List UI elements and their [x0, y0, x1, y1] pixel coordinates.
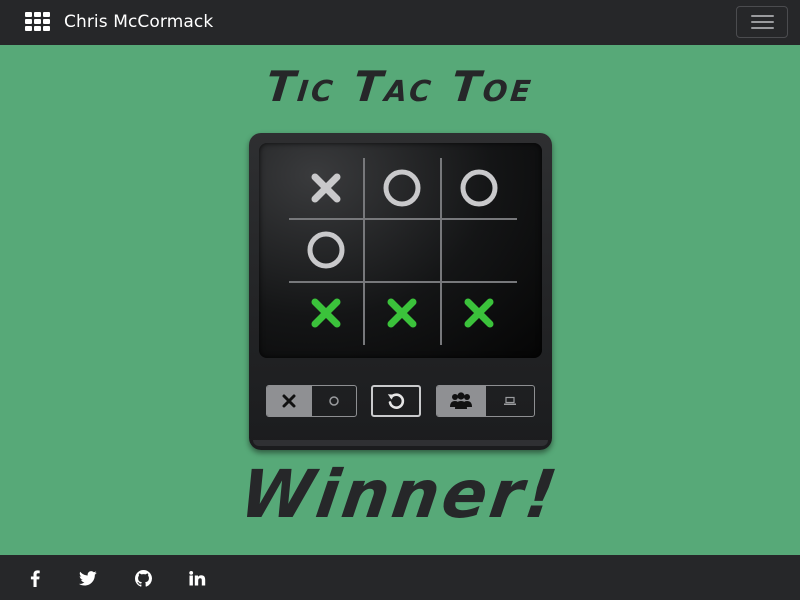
o-mark-icon	[307, 231, 345, 269]
navbar: Chris McCormack	[0, 0, 800, 45]
x-mark-icon	[464, 298, 494, 328]
board-cell[interactable]	[289, 220, 363, 280]
board-cell[interactable]	[365, 158, 439, 218]
board-cell[interactable]	[442, 158, 516, 218]
player-x-option[interactable]	[267, 386, 312, 416]
o-mark-icon	[383, 169, 421, 207]
x-mark-icon	[311, 298, 341, 328]
mode-toggle	[436, 385, 535, 417]
winner-message: Winner!	[235, 456, 565, 533]
o-icon	[329, 396, 339, 406]
vs-computer-option[interactable]	[486, 386, 535, 416]
laptop-icon	[503, 396, 516, 405]
twitter-link[interactable]	[78, 568, 98, 588]
menu-toggle-button[interactable]	[736, 6, 788, 38]
facebook-icon	[30, 569, 40, 587]
facebook-link[interactable]	[25, 568, 45, 588]
board-cell[interactable]	[365, 283, 439, 343]
twitter-icon	[79, 570, 97, 585]
brand-link[interactable]: Chris McCormack	[25, 11, 213, 33]
board-cell[interactable]	[442, 283, 516, 343]
board-cell[interactable]	[442, 220, 516, 280]
linkedin-icon	[188, 570, 205, 585]
player-toggle	[266, 385, 357, 417]
game-screen	[259, 143, 542, 358]
hamburger-menu-icon	[751, 21, 774, 23]
game-board	[289, 158, 517, 345]
reset-button[interactable]	[371, 385, 421, 417]
game-device	[249, 133, 552, 450]
hamburger-menu-icon	[751, 15, 774, 17]
reset-icon	[387, 393, 405, 409]
users-icon	[450, 392, 473, 409]
two-player-option[interactable]	[437, 386, 486, 416]
board-cell[interactable]	[289, 283, 363, 343]
brand-name: Chris McCormack	[64, 12, 214, 32]
hamburger-menu-icon	[751, 27, 774, 29]
apps-grid-icon	[25, 12, 51, 32]
game-title: Tic Tac Toe	[263, 62, 537, 111]
x-mark-icon	[311, 173, 341, 203]
board-cell[interactable]	[365, 220, 439, 280]
player-o-option[interactable]	[312, 386, 357, 416]
github-icon	[134, 569, 152, 587]
footer	[0, 555, 800, 600]
o-mark-icon	[460, 169, 498, 207]
github-link[interactable]	[133, 568, 153, 588]
linkedin-link[interactable]	[187, 568, 207, 588]
x-mark-icon	[387, 298, 417, 328]
board-cell[interactable]	[289, 158, 363, 218]
x-icon	[282, 394, 296, 408]
